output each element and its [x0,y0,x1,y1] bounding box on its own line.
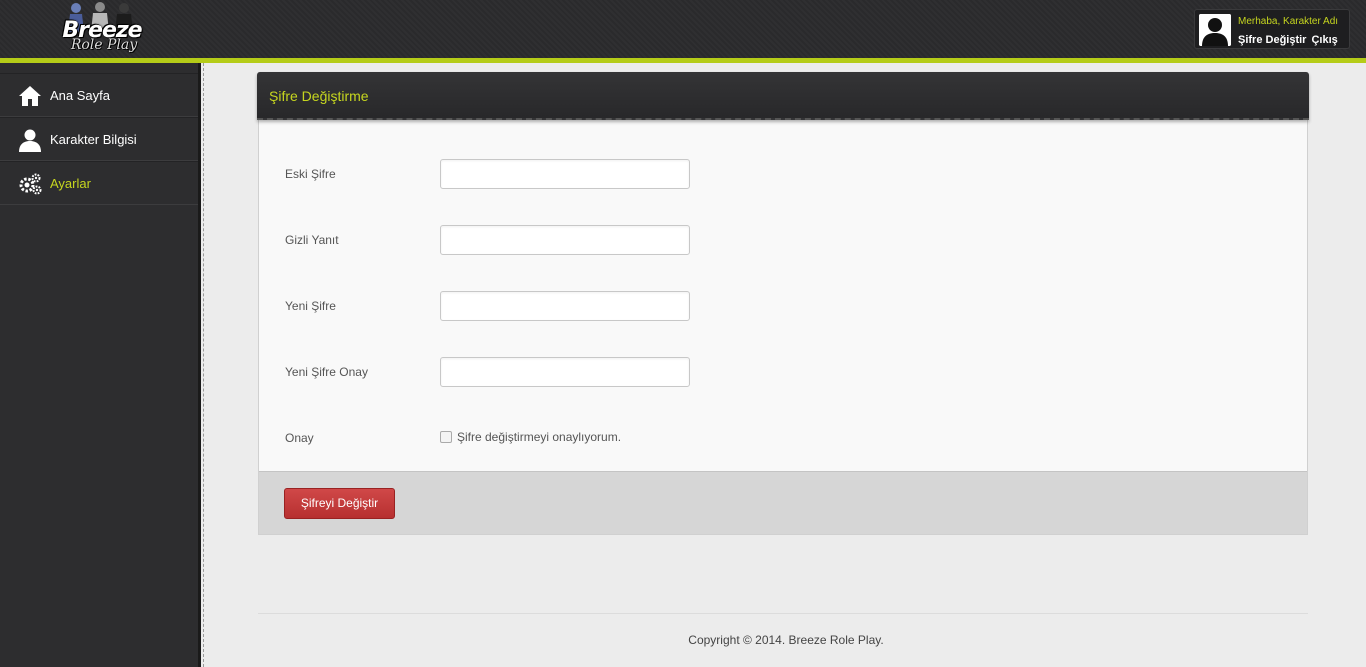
old-password-field[interactable] [440,159,690,189]
old-password-label: Eski Şifre [285,167,336,181]
secret-answer-label: Gizli Yanıt [285,233,339,247]
sidebar-item-label: Ana Sayfa [50,88,110,103]
logo-subtitle: Role Play [70,37,138,53]
site-logo[interactable]: Breeze Role Play [56,0,146,58]
confirm-checkbox-text[interactable]: Şifre değiştirmeyi onaylıyorum. [457,430,621,444]
confirm-new-password-label: Yeni Şifre Onay [285,365,368,379]
user-silhouette-icon [1199,14,1231,46]
user-greeting: Merhaba, Karakter Adı [1238,16,1339,27]
sidebar-item-label: Ayarlar [50,176,91,191]
change-password-link[interactable]: Şifre Değiştir [1238,34,1306,46]
user-links: Şifre Değiştir Çıkış [1238,34,1343,46]
panel-header: Şifre Değiştirme [257,72,1309,120]
confirm-checkbox[interactable] [440,431,452,443]
sidebar-item-home[interactable]: Ana Sayfa [0,73,198,117]
user-icon [19,129,41,152]
content-divider [203,63,204,667]
confirm-label: Onay [285,431,314,445]
home-icon [19,86,41,106]
sidebar-item-character-info[interactable]: Karakter Bilgisi [0,117,198,161]
user-box: Merhaba, Karakter Adı Şifre Değiştir Çıkı… [1194,9,1350,49]
sidebar: Ana Sayfa Karakter Bilgisi Ayarlar [0,63,201,667]
panel-title: Şifre Değiştirme [269,88,369,104]
change-password-panel: Şifre Değiştirme Eski Şifre Gizli Yanıt … [257,72,1309,535]
avatar [1199,14,1231,46]
footer-divider [258,613,1308,614]
copyright-text: Copyright © 2014. Breeze Role Play. [688,633,884,647]
header-accent-line [0,58,1366,63]
sidebar-item-label: Karakter Bilgisi [50,132,137,147]
top-header: Breeze Role Play Merhaba, Karakter Adı Ş… [0,0,1366,58]
panel-footer: Şifreyi Değiştir [259,471,1307,534]
secret-answer-field[interactable] [440,225,690,255]
new-password-label: Yeni Şifre [285,299,336,313]
new-password-field[interactable] [440,291,690,321]
change-password-button[interactable]: Şifreyi Değiştir [284,488,395,519]
sidebar-item-settings[interactable]: Ayarlar [0,161,198,205]
logout-link[interactable]: Çıkış [1311,34,1337,46]
gears-icon [19,173,42,195]
confirm-new-password-field[interactable] [440,357,690,387]
